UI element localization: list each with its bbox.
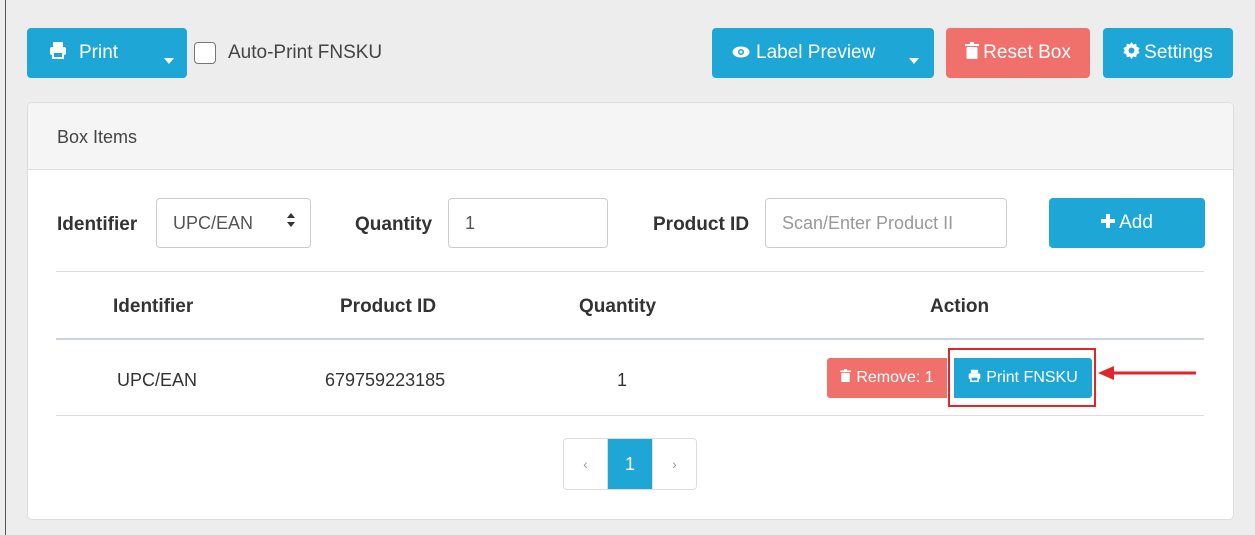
remove-button[interactable]: Remove: 1 <box>827 358 947 398</box>
arrow-left-icon <box>1098 365 1198 386</box>
label-preview-button[interactable]: Label Preview <box>712 28 934 78</box>
pagination: ‹ 1 › <box>563 438 697 490</box>
identifier-select-value: UPC/EAN <box>173 212 254 233</box>
trash-icon <box>840 369 852 387</box>
chevron-down-icon[interactable] <box>908 49 920 71</box>
column-header-identifier: Identifier <box>113 296 194 317</box>
pagination-prev[interactable]: ‹ <box>564 439 608 489</box>
pagination-page-1[interactable]: 1 <box>608 439 652 489</box>
add-button-label: Add <box>1119 212 1153 233</box>
gear-icon <box>1123 41 1140 65</box>
remove-button-label: Remove: 1 <box>856 369 934 386</box>
plus-icon <box>1101 212 1116 234</box>
auto-print-checkbox[interactable] <box>194 42 216 64</box>
select-arrows-icon <box>286 212 296 233</box>
print-button-label: Print <box>79 42 119 63</box>
identifier-label: Identifier <box>57 214 138 235</box>
auto-print-label: Auto-Print FNSKU <box>228 42 383 63</box>
auto-print-fnsku[interactable]: Auto-Print FNSKU <box>194 42 382 64</box>
eye-icon <box>732 42 750 64</box>
column-header-quantity: Quantity <box>579 296 657 317</box>
quantity-input-value: 1 <box>465 212 476 233</box>
panel-title: Box Items <box>28 103 1233 170</box>
product-id-placeholder: Scan/Enter Product II <box>782 212 954 233</box>
box-items-panel: Box Items Identifier UPC/EAN Quantity 1 … <box>27 102 1234 520</box>
reset-box-button[interactable]: Reset Box <box>946 28 1090 78</box>
settings-button[interactable]: Settings <box>1103 28 1233 78</box>
label-preview-label: Label Preview <box>756 42 876 63</box>
reset-box-label: Reset Box <box>983 42 1071 63</box>
divider <box>56 415 1204 416</box>
printer-icon <box>49 41 67 65</box>
settings-label: Settings <box>1144 42 1213 63</box>
row-quantity: 1 <box>617 370 628 390</box>
column-header-product-id: Product ID <box>340 296 437 317</box>
quantity-input[interactable]: 1 <box>448 198 608 248</box>
row-identifier: UPC/EAN <box>117 370 198 390</box>
quantity-label: Quantity <box>355 214 433 235</box>
highlight-box <box>948 348 1096 407</box>
table-header-divider <box>56 338 1204 340</box>
product-id-label: Product ID <box>653 214 750 235</box>
chevron-down-icon[interactable] <box>163 49 175 71</box>
print-button[interactable]: Print <box>27 28 187 78</box>
column-header-action: Action <box>930 296 990 317</box>
pagination-next[interactable]: › <box>652 439 696 489</box>
add-button[interactable]: Add <box>1049 198 1205 248</box>
identifier-select[interactable]: UPC/EAN <box>156 198 311 248</box>
row-product-id: 679759223185 <box>325 370 446 390</box>
window-edge <box>5 0 6 535</box>
product-id-input[interactable]: Scan/Enter Product II <box>765 198 1007 248</box>
divider <box>56 271 1204 272</box>
trash-icon <box>965 41 980 65</box>
